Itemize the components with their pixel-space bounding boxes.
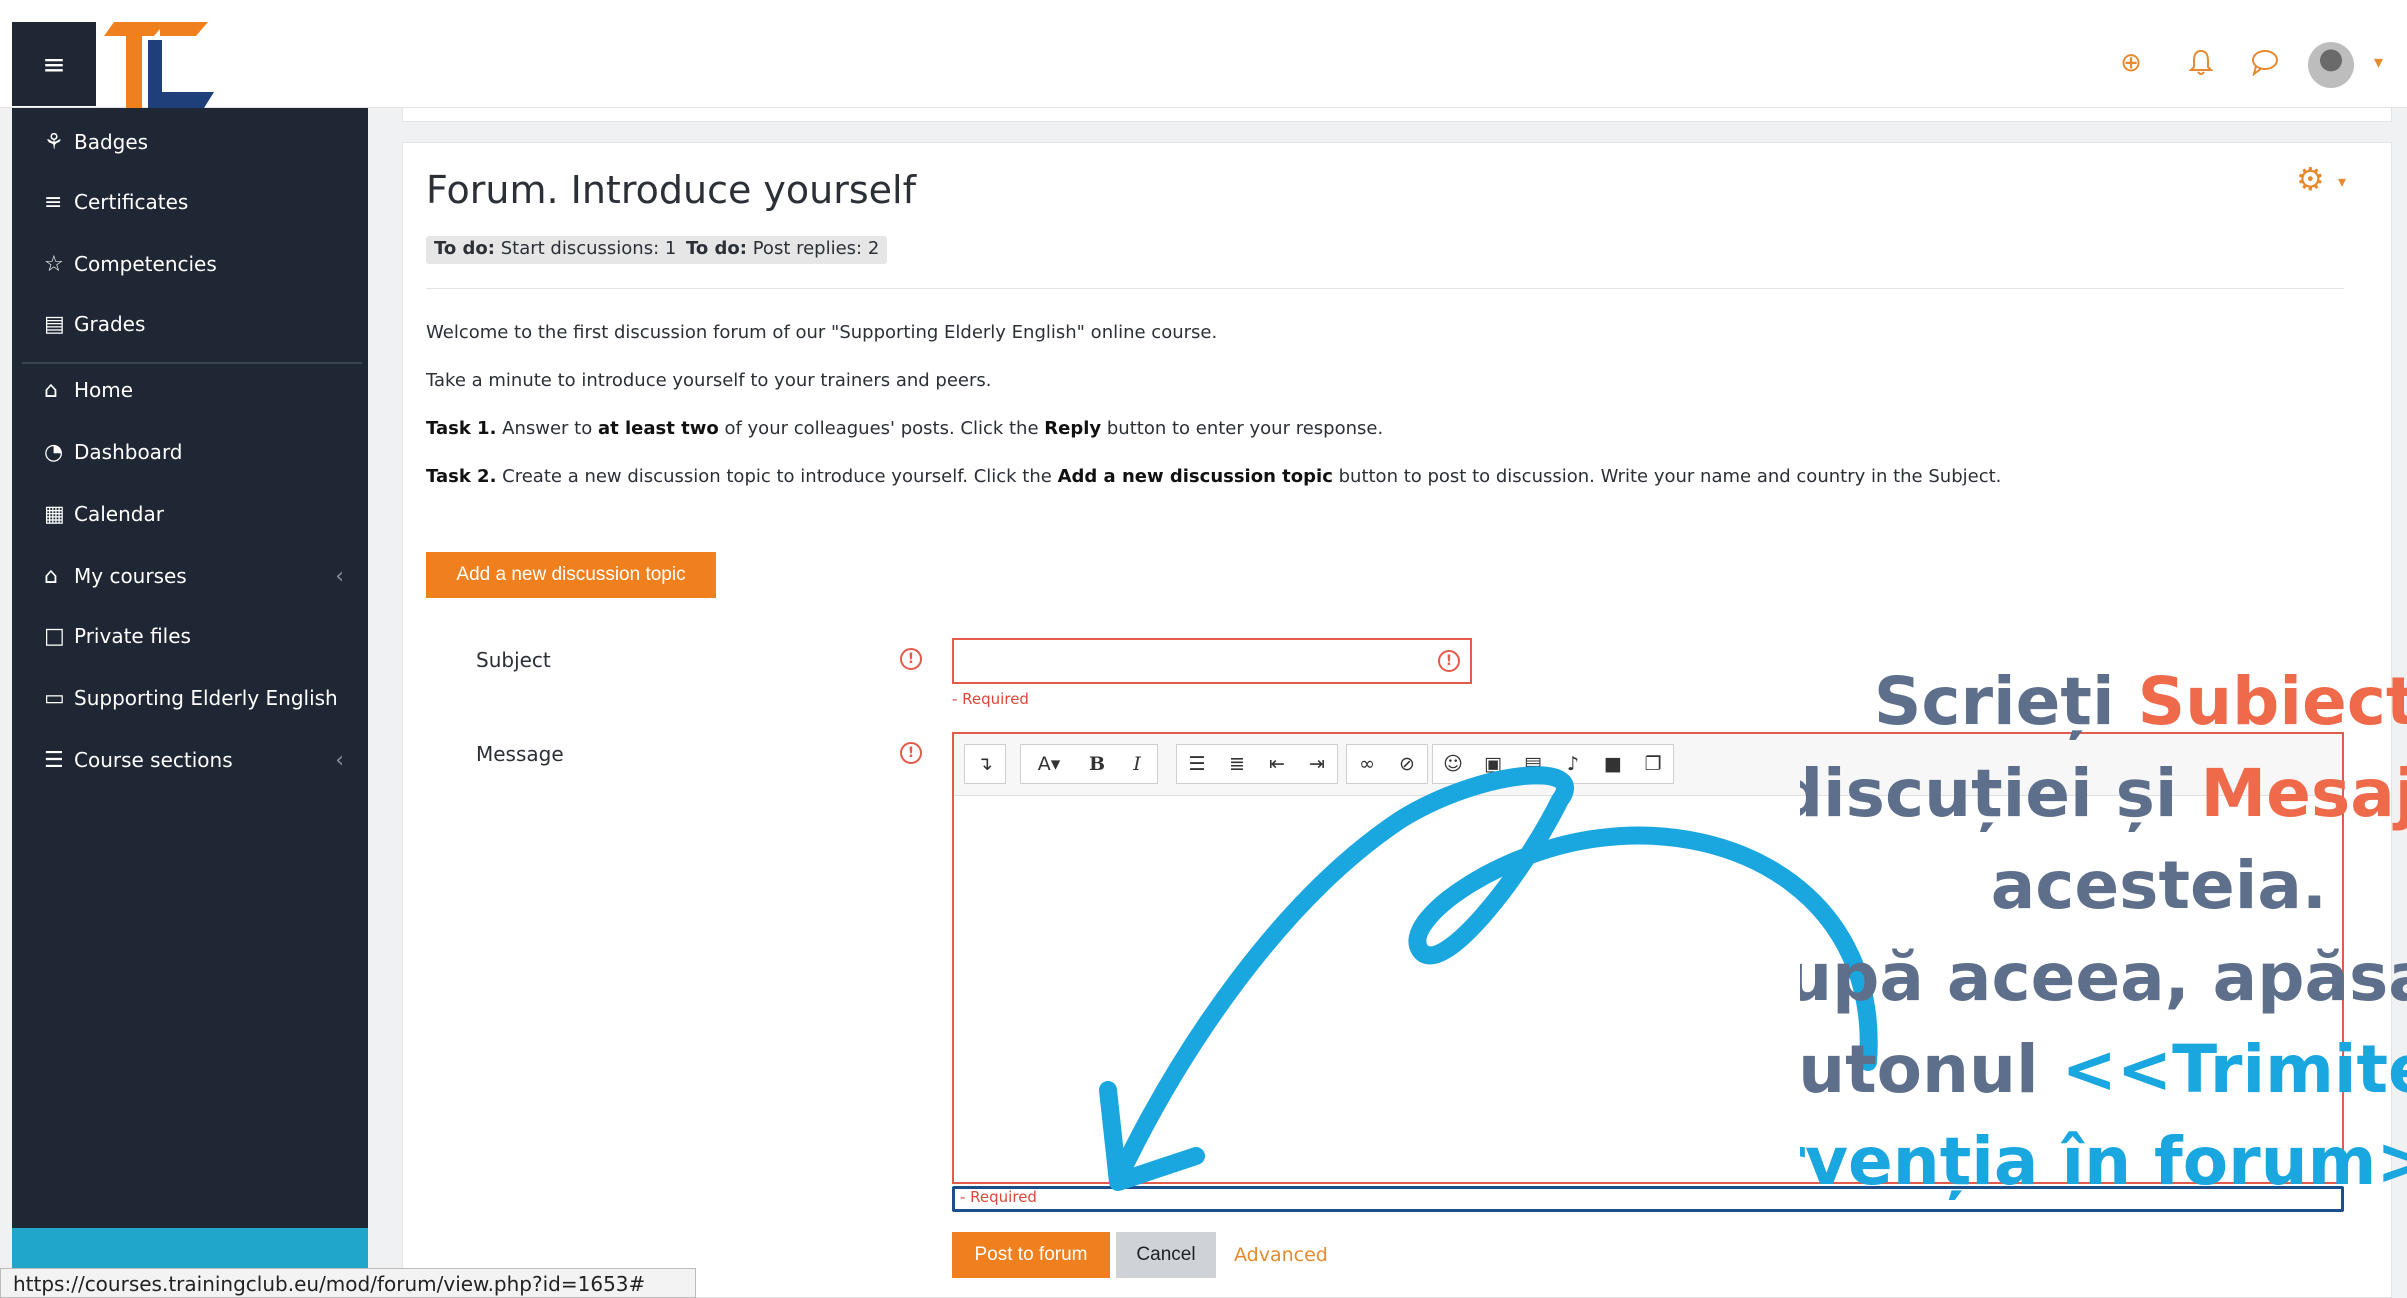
required-icon: !	[900, 742, 922, 764]
sidebar-divider	[22, 362, 362, 364]
folder-icon: ▭	[44, 685, 65, 711]
sidebar-footer-bar[interactable]	[12, 1228, 368, 1268]
overlay-line-2: discuției și Mesajul	[1800, 755, 2407, 832]
completion-badge: To do: Post replies: 2	[678, 236, 888, 264]
sidebar-item-label: Badges	[74, 130, 149, 154]
sidebar-item-label: Certificates	[74, 190, 189, 214]
post-to-forum-button[interactable]: Post to forum	[952, 1232, 1110, 1278]
toggle-toolbar-icon[interactable]: ↴	[965, 745, 1005, 783]
numbered-list-icon[interactable]: ≣	[1217, 745, 1257, 783]
sidebar-item-label: Calendar	[74, 502, 164, 526]
bell-icon[interactable]	[2186, 48, 2216, 78]
sidebar-item-badges[interactable]: ⚘ Badges	[44, 124, 344, 160]
overlay-line-3: acesteia.	[1990, 847, 2327, 924]
italic-icon[interactable]: I	[1117, 745, 1157, 783]
toolbar-group: ☰ ≣ ⇤ ⇥	[1176, 744, 1338, 784]
overlay-line-5: butonul <<Trimiteți	[1800, 1031, 2407, 1108]
secondary-nav-card	[402, 108, 2392, 122]
sidebar-item-private-files[interactable]: □ Private files	[44, 618, 344, 654]
emoji-icon[interactable]: ☺	[1433, 745, 1473, 783]
sidebar-item-course-sections[interactable]: ☰ Course sections ‹	[44, 742, 344, 778]
badge-icon: ⚘	[44, 129, 64, 155]
toolbar-group: ∞ ⊘	[1346, 744, 1428, 784]
message-label: Message	[476, 742, 564, 766]
completion-badge: To do: Start discussions: 1	[426, 236, 685, 264]
toolbar-group: A▾ B I	[1020, 744, 1158, 784]
link-icon[interactable]: ∞	[1347, 745, 1387, 783]
sidebar-item-certificates[interactable]: ≡ Certificates	[44, 184, 344, 220]
star-icon: ☆	[44, 251, 64, 277]
required-message: - Required	[952, 690, 1029, 708]
task-2-text: Task 2. Create a new discussion topic to…	[426, 466, 2002, 487]
media-icon[interactable]: ▤	[1513, 745, 1553, 783]
divider	[426, 288, 2344, 289]
gear-icon[interactable]: ⚙	[2296, 160, 2325, 198]
page-title: Forum. Introduce yourself	[426, 168, 916, 212]
bold-icon[interactable]: B	[1077, 745, 1117, 783]
required-message: - Required	[960, 1188, 1037, 1206]
advanced-link[interactable]: Advanced	[1234, 1244, 1328, 1266]
top-navbar: ≡ ⊕ ▾	[0, 0, 2407, 108]
chevron-left-icon: ‹	[335, 563, 344, 589]
subject-input[interactable]	[952, 638, 1472, 684]
cancel-button[interactable]: Cancel	[1116, 1232, 1216, 1278]
video-camera-icon[interactable]: ■	[1593, 745, 1633, 783]
sidebar-item-competencies[interactable]: ☆ Competencies	[44, 246, 344, 282]
site-logo[interactable]	[96, 22, 256, 108]
image-icon[interactable]: ▣	[1473, 745, 1513, 783]
copy-icon[interactable]: ❐	[1633, 745, 1673, 783]
dashboard-icon: ◔	[44, 439, 64, 465]
sidebar-item-label: My courses	[74, 564, 187, 588]
browser-status-url: https://courses.trainingclub.eu/mod/foru…	[0, 1268, 696, 1298]
calendar-icon: ▦	[44, 501, 65, 527]
subject-label: Subject	[476, 648, 551, 672]
chat-icon[interactable]	[2250, 48, 2280, 78]
sidebar-item-course[interactable]: ▭ Supporting Elderly English	[44, 680, 344, 716]
sidebar-item-label: Dashboard	[74, 440, 183, 464]
outdent-icon[interactable]: ⇤	[1257, 745, 1297, 783]
overlay-line-4: După aceea, apăsați	[1800, 939, 2407, 1016]
sidebar-item-home[interactable]: ⌂ Home	[44, 372, 344, 408]
grades-icon: ▤	[44, 311, 65, 337]
graduation-cap-icon: ⌂	[44, 563, 58, 589]
sidebar-item-label: Home	[74, 378, 134, 402]
sidebar-item-label: Competencies	[74, 252, 217, 276]
globe-icon[interactable]: ⊕	[2116, 48, 2146, 78]
chevron-down-icon[interactable]: ▾	[2338, 172, 2346, 191]
instruction-overlay: Scrieți Subiectul discuției și Mesajul a…	[1800, 656, 2407, 1216]
sidebar-item-dashboard[interactable]: ◔ Dashboard	[44, 434, 344, 470]
list-icon: ☰	[44, 747, 64, 773]
intro-line: Take a minute to introduce yourself to y…	[426, 370, 992, 391]
toolbar-group: ↴	[964, 744, 1006, 784]
required-icon: !	[900, 648, 922, 670]
toolbar-group: ☺ ▣ ▤ ♪ ■ ❐	[1432, 744, 1674, 784]
file-icon: □	[44, 623, 65, 649]
sidebar-item-grades[interactable]: ▤ Grades	[44, 306, 344, 342]
hamburger-icon[interactable]: ≡	[12, 22, 96, 106]
bullet-list-icon[interactable]: ☰	[1177, 745, 1217, 783]
overlay-line-6: intervenția în forum>>	[1800, 1123, 2407, 1200]
avatar[interactable]	[2308, 42, 2354, 88]
task-1-text: Task 1. Answer to at least two of your c…	[426, 418, 1384, 439]
sidebar-item-label: Grades	[74, 312, 146, 336]
overlay-line-1: Scrieți Subiectul	[1873, 663, 2407, 740]
chevron-down-icon[interactable]: ▾	[2374, 52, 2383, 73]
sidebar: ⚘ Badges ≡ Certificates ☆ Competencies ▤…	[12, 108, 368, 1298]
home-icon: ⌂	[44, 377, 58, 403]
unlink-icon[interactable]: ⊘	[1387, 745, 1427, 783]
certificate-icon: ≡	[44, 189, 63, 215]
chevron-left-icon: ‹	[335, 747, 344, 773]
font-size-icon[interactable]: A▾	[1021, 745, 1077, 783]
sidebar-item-label: Supporting Elderly English	[74, 686, 338, 710]
intro-line: Welcome to the first discussion forum of…	[426, 322, 1218, 343]
sidebar-item-label: Private files	[74, 624, 191, 648]
indent-icon[interactable]: ⇥	[1297, 745, 1337, 783]
add-discussion-topic-button[interactable]: Add a new discussion topic	[426, 552, 716, 598]
sidebar-item-calendar[interactable]: ▦ Calendar	[44, 496, 344, 532]
sidebar-item-my-courses[interactable]: ⌂ My courses ‹	[44, 558, 344, 594]
microphone-icon[interactable]: ♪	[1553, 745, 1593, 783]
sidebar-item-label: Course sections	[74, 748, 233, 772]
error-icon: !	[1438, 650, 1460, 672]
